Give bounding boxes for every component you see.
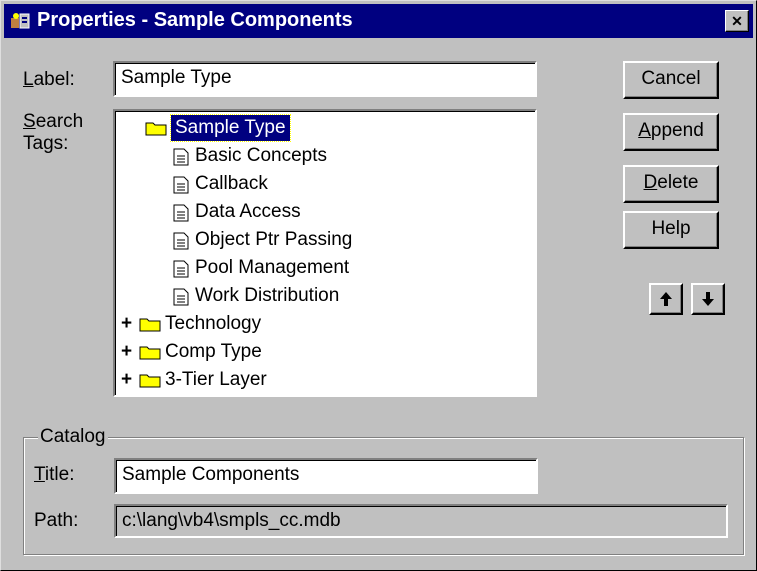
search-tags-tree[interactable]: − Sample Type Basic Concepts Callback Da… [113,109,537,397]
document-icon [173,288,189,306]
tree-item-label: Data Access [195,201,301,222]
tree-item-label: 3-Tier Layer [165,369,267,390]
document-icon [173,176,189,194]
path-caption: Path: [34,510,79,531]
tree-item-label: Technology [165,313,262,334]
label-input[interactable]: Sample Type [113,61,537,97]
title-bar[interactable]: Properties - Sample Components ✕ [4,4,753,38]
folder-icon [139,374,161,388]
move-down-button[interactable] [691,283,725,315]
properties-dialog: Properties - Sample Components ✕ Label: … [0,0,757,571]
close-icon: ✕ [731,13,743,29]
folder-icon [139,318,161,332]
tree-item-label: Pool Management [195,257,350,278]
tree-item-label: Work Distribution [195,285,340,306]
tree-item-label: Comp Type [165,341,262,362]
tree-item-label: Sample Type [170,114,291,142]
arrow-down-icon [702,292,714,306]
catalog-group-title: Catalog [38,426,108,448]
close-button[interactable]: ✕ [725,10,749,32]
delete-button[interactable]: Delete [623,165,719,203]
help-button[interactable]: Help [623,211,719,249]
label-caption: Label: [23,69,75,90]
document-icon [173,260,189,278]
search-tags-caption: Search Tags: [23,111,84,154]
arrow-up-icon [660,292,672,306]
expand-icon[interactable]: + [121,339,132,365]
folder-icon [139,346,161,360]
app-icon [11,13,30,29]
tree-item-label: Callback [195,173,268,194]
folder-icon [145,122,167,136]
cancel-button[interactable]: Cancel [623,61,719,99]
document-icon [173,232,189,250]
document-icon [173,204,189,222]
expand-icon[interactable]: + [121,311,132,337]
move-up-button[interactable] [649,283,683,315]
append-button[interactable]: Append [623,113,719,151]
expand-icon[interactable]: + [121,367,132,393]
tree-item-label: Basic Concepts [195,145,328,166]
catalog-path-field: c:\lang\vb4\smpls_cc.mdb [114,504,728,538]
window-title: Properties - Sample Components [37,9,353,31]
collapse-icon[interactable]: − [122,115,133,141]
title-caption: Title: [34,464,75,485]
tree-item-label: Object Ptr Passing [195,229,353,250]
document-icon [173,148,189,166]
catalog-group: Catalog Title: Sample Components Path: c… [23,426,744,555]
catalog-title-input[interactable]: Sample Components [114,458,538,494]
